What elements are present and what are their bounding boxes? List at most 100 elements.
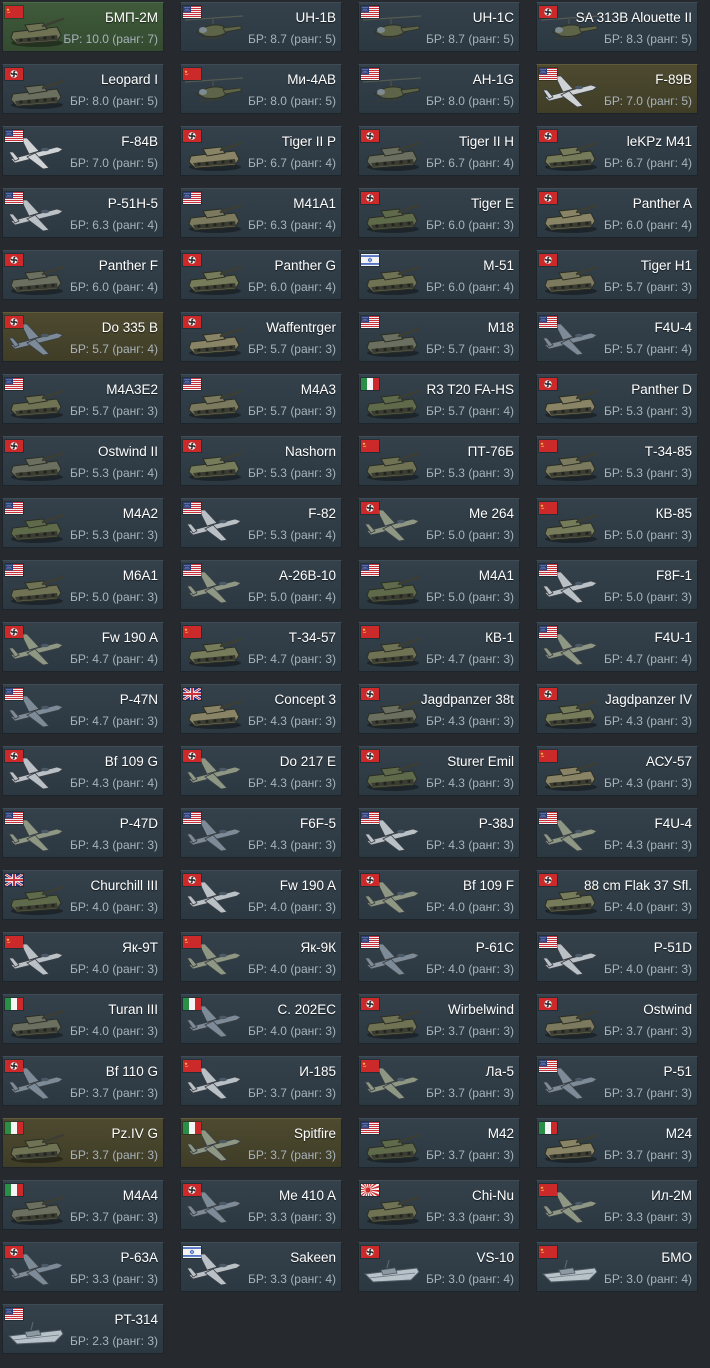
vehicle-card-p-51h-5[interactable]: P-51H-5 БР: 6.3 (ранг: 4) <box>2 188 164 238</box>
vehicle-card-p-63a[interactable]: P-63A БР: 3.3 (ранг: 3) <box>2 1242 164 1292</box>
vehicle-card-panther-d[interactable]: Panther D БР: 5.3 (ранг: 3) <box>536 374 698 424</box>
vehicle-battle-rating: БР: 6.0 (ранг: 4) <box>248 280 336 294</box>
vehicle-card-t-34-57[interactable]: Т-34-57 БР: 4.7 (ранг: 3) <box>180 622 342 672</box>
vehicle-card-a-26b-10[interactable]: A-26B-10 БР: 5.0 (ранг: 4) <box>180 560 342 610</box>
vehicle-card-asu-57[interactable]: АСУ-57 БР: 4.3 (ранг: 3) <box>536 746 698 796</box>
vehicle-card-r3-t20-fa-hs[interactable]: R3 T20 FA-HS БР: 5.7 (ранг: 4) <box>358 374 520 424</box>
vehicle-card-turan-iii[interactable]: Turan III БР: 4.0 (ранг: 3) <box>2 994 164 1044</box>
ussr-flag-icon <box>539 502 557 514</box>
vehicle-card-sturer-emil[interactable]: Sturer Emil БР: 4.3 (ранг: 3) <box>358 746 520 796</box>
vehicle-card-concept-3[interactable]: Concept 3 БР: 4.3 (ранг: 3) <box>180 684 342 734</box>
vehicle-battle-rating: БР: 4.0 (ранг: 3) <box>426 962 514 976</box>
vehicle-card-f-84b[interactable]: F-84B БР: 7.0 (ранг: 5) <box>2 126 164 176</box>
vehicle-card-c-202ec[interactable]: C. 202EC БР: 4.0 (ранг: 3) <box>180 994 342 1044</box>
vehicle-card-panther-g[interactable]: Panther G БР: 6.0 (ранг: 4) <box>180 250 342 300</box>
vehicle-card-f-89b[interactable]: F-89B БР: 7.0 (ранг: 5) <box>536 64 698 114</box>
vehicle-card-kv-1[interactable]: КВ-1 БР: 4.7 (ранг: 3) <box>358 622 520 672</box>
vehicle-card-m4a3e2[interactable]: M4A3E2 БР: 5.7 (ранг: 3) <box>2 374 164 424</box>
usa-flag-icon <box>5 378 23 390</box>
vehicle-card-la-5[interactable]: Ла-5 БР: 3.7 (ранг: 3) <box>358 1056 520 1106</box>
vehicle-card-p-47n[interactable]: P-47N БР: 4.7 (ранг: 3) <box>2 684 164 734</box>
vehicle-card-kv-85[interactable]: КВ-85 БР: 5.0 (ранг: 3) <box>536 498 698 548</box>
vehicle-card-jagdpanzer-38t[interactable]: Jagdpanzer 38t БР: 4.3 (ранг: 3) <box>358 684 520 734</box>
vehicle-card-m24[interactable]: M24 БР: 3.7 (ранг: 3) <box>536 1118 698 1168</box>
vehicle-card-fw-190-a[interactable]: Fw 190 A БР: 4.0 (ранг: 3) <box>180 870 342 920</box>
vehicle-card-mi-4av[interactable]: Ми-4АВ БР: 8.0 (ранг: 5) <box>180 64 342 114</box>
vehicle-card-me-264[interactable]: Me 264 БР: 5.0 (ранг: 3) <box>358 498 520 548</box>
vehicle-name: Ла-5 <box>485 1064 514 1079</box>
vehicle-card-m6a1[interactable]: M6A1 БР: 5.0 (ранг: 3) <box>2 560 164 610</box>
usa-flag-icon <box>5 812 23 824</box>
vehicle-card-chi-nu[interactable]: Chi-Nu БР: 3.3 (ранг: 3) <box>358 1180 520 1230</box>
vehicle-battle-rating: БР: 6.3 (ранг: 4) <box>70 218 158 232</box>
ussr-flag-icon <box>361 440 379 452</box>
vehicle-card-leopard-i[interactable]: Leopard I БР: 8.0 (ранг: 5) <box>2 64 164 114</box>
vehicle-card-lekpz-m41[interactable]: leKPz M41 БР: 6.7 (ранг: 4) <box>536 126 698 176</box>
vehicle-card-p-47d[interactable]: P-47D БР: 4.3 (ранг: 3) <box>2 808 164 858</box>
vehicle-card-f8f-1[interactable]: F8F-1 БР: 5.0 (ранг: 3) <box>536 560 698 610</box>
vehicle-card-t-34-85[interactable]: Т-34-85 БР: 5.3 (ранг: 3) <box>536 436 698 486</box>
vehicle-card-bf-109-f[interactable]: Bf 109 F БР: 4.0 (ранг: 3) <box>358 870 520 920</box>
vehicle-card-bmo[interactable]: БМО БР: 3.0 (ранг: 4) <box>536 1242 698 1292</box>
vehicle-card-m18[interactable]: M18 БР: 5.7 (ранг: 3) <box>358 312 520 362</box>
vehicle-card-bmp-2m[interactable]: БМП-2М БР: 10.0 (ранг: 7) <box>2 2 164 52</box>
vehicle-card-pt-76b[interactable]: ПТ-76Б БР: 5.3 (ранг: 3) <box>358 436 520 486</box>
vehicle-card-tiger-h1[interactable]: Tiger H1 БР: 5.7 (ранг: 3) <box>536 250 698 300</box>
vehicle-card-f6f-5[interactable]: F6F-5 БР: 4.3 (ранг: 3) <box>180 808 342 858</box>
vehicle-card-uh-1b[interactable]: UH-1B БР: 8.7 (ранг: 5) <box>180 2 342 52</box>
vehicle-card-nashorn[interactable]: Nashorn БР: 5.3 (ранг: 3) <box>180 436 342 486</box>
vehicle-card-f-82[interactable]: F-82 БР: 5.3 (ранг: 4) <box>180 498 342 548</box>
vehicle-name: F4U-4 <box>654 816 692 831</box>
vehicle-card-m-51[interactable]: M-51 БР: 6.0 (ранг: 4) <box>358 250 520 300</box>
vehicle-card-p-61c[interactable]: P-61C БР: 4.0 (ранг: 3) <box>358 932 520 982</box>
vehicle-card-il-2m[interactable]: Ил-2М БР: 3.3 (ранг: 3) <box>536 1180 698 1230</box>
vehicle-card-f4u-1[interactable]: F4U-1 БР: 4.7 (ранг: 4) <box>536 622 698 672</box>
vehicle-card-m4a3[interactable]: M4A3 БР: 5.7 (ранг: 3) <box>180 374 342 424</box>
vehicle-card-ostwind-ii[interactable]: Ostwind II БР: 5.3 (ранг: 4) <box>2 436 164 486</box>
vehicle-card-waffentrger[interactable]: Waffentrger БР: 5.7 (ранг: 3) <box>180 312 342 362</box>
vehicle-card-fw-190-a[interactable]: Fw 190 A БР: 4.7 (ранг: 4) <box>2 622 164 672</box>
vehicle-card-pt-314[interactable]: PT-314 БР: 2.3 (ранг: 3) <box>2 1304 164 1354</box>
vehicle-card-spitfire[interactable]: Spitfire БР: 3.7 (ранг: 3) <box>180 1118 342 1168</box>
vehicle-card-f4u-4[interactable]: F4U-4 БР: 5.7 (ранг: 4) <box>536 312 698 362</box>
vehicle-card-f4u-4[interactable]: F4U-4 БР: 4.3 (ранг: 3) <box>536 808 698 858</box>
vehicle-card-m42[interactable]: M42 БР: 3.7 (ранг: 3) <box>358 1118 520 1168</box>
vehicle-card-tiger-ii-p[interactable]: Tiger II P БР: 6.7 (ранг: 4) <box>180 126 342 176</box>
vehicle-name: C. 202EC <box>277 1002 336 1017</box>
vehicle-card-m4a4[interactable]: M4A4 БР: 3.7 (ранг: 3) <box>2 1180 164 1230</box>
vehicle-battle-rating: БР: 4.0 (ранг: 3) <box>70 1024 158 1038</box>
vehicle-card-uh-1c[interactable]: UH-1C БР: 8.7 (ранг: 5) <box>358 2 520 52</box>
vehicle-card-jagdpanzer-iv[interactable]: Jagdpanzer IV БР: 4.3 (ранг: 3) <box>536 684 698 734</box>
ussr-flag-icon <box>361 626 379 638</box>
vehicle-card-i-185[interactable]: И-185 БР: 3.7 (ранг: 3) <box>180 1056 342 1106</box>
vehicle-card-ostwind[interactable]: Ostwind БР: 3.7 (ранг: 3) <box>536 994 698 1044</box>
vehicle-card-me-410-a[interactable]: Me 410 A БР: 3.3 (ранг: 3) <box>180 1180 342 1230</box>
vehicle-card-ah-1g[interactable]: AH-1G БР: 8.0 (ранг: 5) <box>358 64 520 114</box>
vehicle-name: Spitfire <box>293 1126 336 1141</box>
vehicle-card-panther-f[interactable]: Panther F БР: 6.0 (ранг: 4) <box>2 250 164 300</box>
vehicle-card-m4a1[interactable]: M4A1 БР: 5.0 (ранг: 3) <box>358 560 520 610</box>
vehicle-card-wirbelwind[interactable]: Wirbelwind БР: 3.7 (ранг: 3) <box>358 994 520 1044</box>
vehicle-card-yak-9k[interactable]: Як-9К БР: 4.0 (ранг: 3) <box>180 932 342 982</box>
vehicle-card-p-38j[interactable]: P-38J БР: 4.3 (ранг: 3) <box>358 808 520 858</box>
vehicle-card-tiger-ii-h[interactable]: Tiger II H БР: 6.7 (ранг: 4) <box>358 126 520 176</box>
vehicle-card-sa-313b-alouette-ii[interactable]: SA 313B Alouette II БР: 8.3 (ранг: 5) <box>536 2 698 52</box>
vehicle-name: Wirbelwind <box>447 1002 514 1017</box>
vehicle-card-pz-iv-g[interactable]: Pz.IV G БР: 3.7 (ранг: 3) <box>2 1118 164 1168</box>
vehicle-card-churchill-iii[interactable]: Churchill III БР: 4.0 (ранг: 3) <box>2 870 164 920</box>
vehicle-card-bf-110-g[interactable]: Bf 110 G БР: 3.7 (ранг: 3) <box>2 1056 164 1106</box>
vehicle-card-m41a1[interactable]: M41A1 БР: 6.3 (ранг: 4) <box>180 188 342 238</box>
vehicle-card-sakeen[interactable]: Sakeen БР: 3.3 (ранг: 4) <box>180 1242 342 1292</box>
vehicle-card-m4a2[interactable]: M4A2 БР: 5.3 (ранг: 3) <box>2 498 164 548</box>
vehicle-card-tiger-e[interactable]: Tiger E БР: 6.0 (ранг: 3) <box>358 188 520 238</box>
vehicle-card-bf-109-g[interactable]: Bf 109 G БР: 4.3 (ранг: 4) <box>2 746 164 796</box>
vehicle-card-p-51d[interactable]: P-51D БР: 4.0 (ранг: 3) <box>536 932 698 982</box>
vehicle-card-yak-9t[interactable]: Як-9Т БР: 4.0 (ранг: 3) <box>2 932 164 982</box>
vehicle-battle-rating: БР: 6.0 (ранг: 4) <box>70 280 158 294</box>
vehicle-card-do-217-e[interactable]: Do 217 E БР: 4.3 (ранг: 3) <box>180 746 342 796</box>
vehicle-card-88-cm-flak-37-sfl[interactable]: 88 cm Flak 37 Sfl. БР: 4.0 (ранг: 3) <box>536 870 698 920</box>
vehicle-card-vs-10[interactable]: VS-10 БР: 3.0 (ранг: 4) <box>358 1242 520 1292</box>
vehicle-card-do-335-b[interactable]: Do 335 B БР: 5.7 (ранг: 4) <box>2 312 164 362</box>
vehicle-card-p-51[interactable]: P-51 БР: 3.7 (ранг: 3) <box>536 1056 698 1106</box>
vehicle-card-panther-a[interactable]: Panther A БР: 6.0 (ранг: 4) <box>536 188 698 238</box>
